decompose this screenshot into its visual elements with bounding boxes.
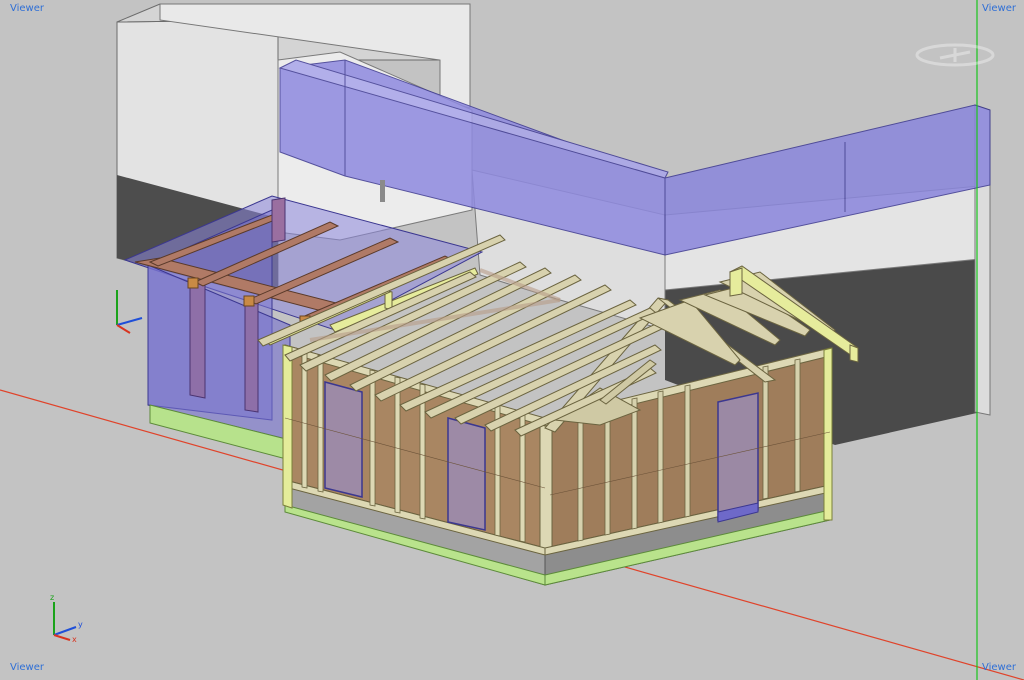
axis-x-label: x <box>72 635 77 644</box>
navigation-cube-icon[interactable] <box>915 43 995 67</box>
view-axis-gizmo: z y x <box>50 593 83 644</box>
downpipe <box>380 180 385 202</box>
viewport-label-top-right: Viewer <box>982 3 1016 14</box>
3d-viewport[interactable]: z y x Viewer Viewer Viewer Viewer <box>0 0 1024 680</box>
axis-z-label: z <box>50 593 54 602</box>
viewport-label-bottom-left: Viewer <box>10 662 44 673</box>
scene-canvas[interactable]: z y x <box>0 0 1024 680</box>
axis-y-label: y <box>78 620 83 629</box>
origin-axis-gizmo <box>116 290 143 334</box>
viewport-label-top-left: Viewer <box>10 3 44 14</box>
viewport-label-bottom-right: Viewer <box>982 662 1016 673</box>
